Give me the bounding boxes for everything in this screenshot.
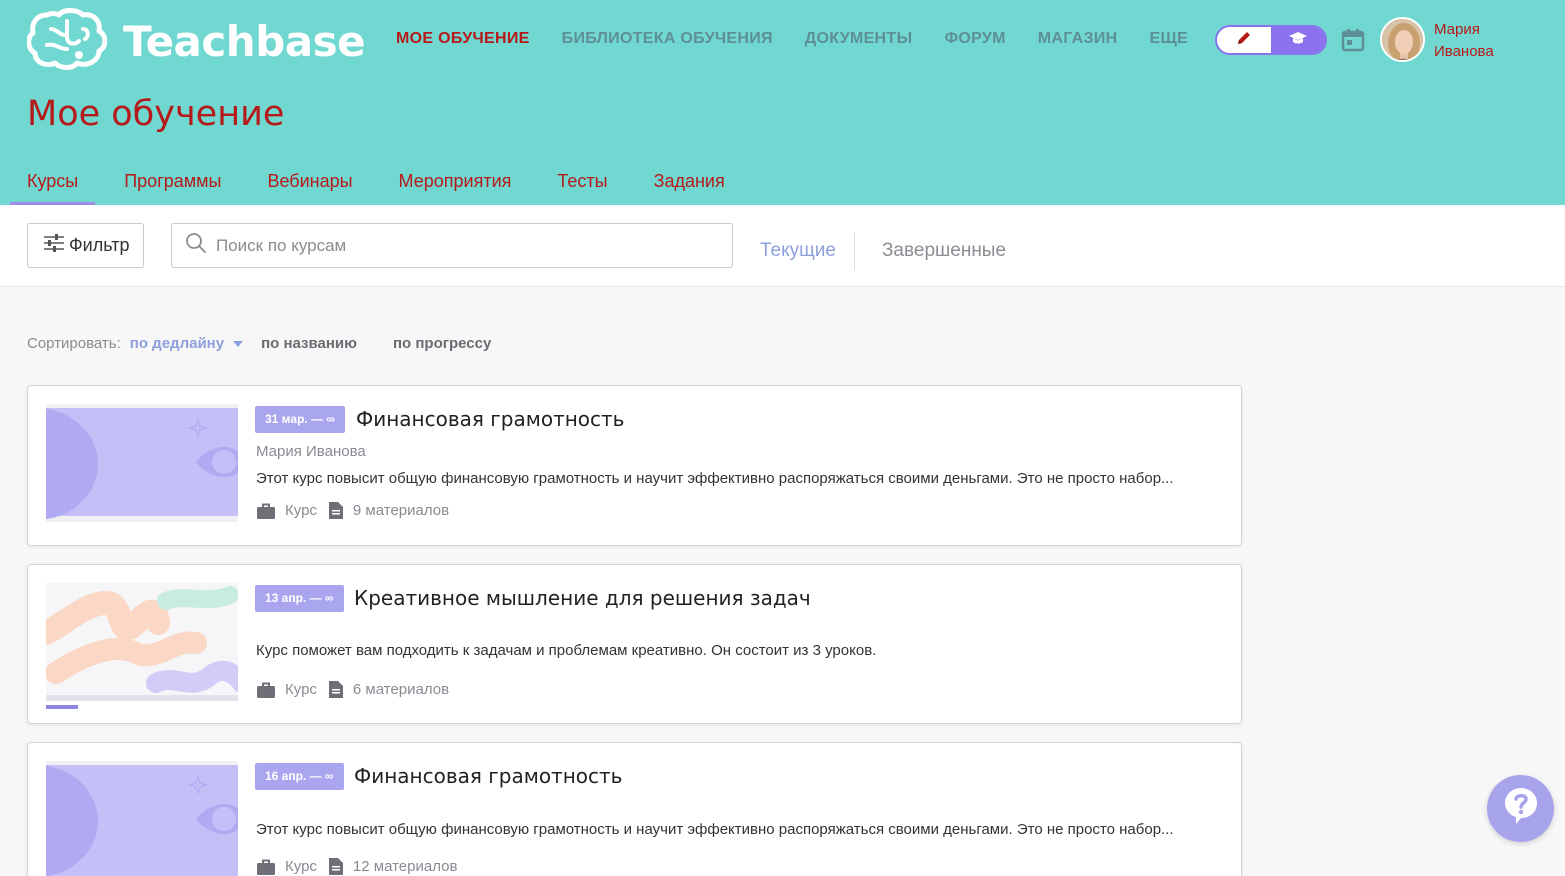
- course-materials-count: 6 материалов: [352, 681, 450, 698]
- user-last-name: Иванова: [1434, 43, 1494, 60]
- course-state-tabs: Текущие Завершенные: [760, 232, 1006, 270]
- topnav-item-more[interactable]: ЕЩЕ: [1149, 30, 1188, 48]
- course-card[interactable]: 13 апр. — ∞ Креативное мышление для реше…: [27, 564, 1242, 724]
- tab-webinars[interactable]: Вебинары: [250, 168, 369, 205]
- course-type: Курс: [285, 681, 317, 698]
- tab-programs[interactable]: Программы: [107, 168, 238, 205]
- document-icon: [328, 681, 343, 698]
- pencil-icon: [1235, 29, 1253, 52]
- section-tabs: Курсы Программы Вебинары Мероприятия Тес…: [10, 168, 754, 205]
- topnav-item-shop[interactable]: МАГАЗИН: [1038, 30, 1118, 48]
- tab-current[interactable]: Текущие: [760, 240, 836, 262]
- caret-down-icon[interactable]: [233, 340, 244, 347]
- avatar[interactable]: [1380, 17, 1425, 62]
- course-author: Мария Иванова: [256, 443, 366, 460]
- topnav-item-my-learning[interactable]: МОЕ ОБУЧЕНИЕ: [396, 30, 530, 48]
- learn-mode-button[interactable]: [1271, 27, 1325, 53]
- brain-logo-icon: [26, 7, 108, 76]
- tab-events[interactable]: Мероприятия: [382, 168, 529, 205]
- topnav-item-library[interactable]: БИБЛИОТЕКА ОБУЧЕНИЯ: [562, 30, 773, 48]
- briefcase-icon: [257, 503, 275, 519]
- state-divider: [853, 232, 855, 270]
- app-header: Teachbase МОЕ ОБУЧЕНИЕ БИБЛИОТЕКА ОБУЧЕН…: [0, 0, 1565, 205]
- course-title[interactable]: Финансовая грамотность: [356, 407, 624, 431]
- sort-label: Сортировать:: [27, 335, 121, 352]
- logo[interactable]: Teachbase: [26, 7, 366, 76]
- course-card[interactable]: 16 апр. — ∞ Финансовая грамотность Этот …: [27, 742, 1242, 876]
- tab-finished[interactable]: Завершенные: [882, 240, 1006, 262]
- course-meta: Курс 12 материалов: [257, 858, 457, 875]
- tab-tests[interactable]: Тесты: [540, 168, 624, 205]
- edit-mode-button[interactable]: [1217, 27, 1271, 53]
- course-meta: Курс 6 материалов: [257, 681, 449, 698]
- logo-text: Teachbase: [123, 17, 366, 66]
- course-thumbnail[interactable]: [46, 583, 238, 701]
- question-bubble-icon: [1504, 787, 1538, 830]
- search-input[interactable]: [216, 235, 696, 256]
- user-first-name: Мария: [1434, 21, 1480, 38]
- topnav-item-forum[interactable]: ФОРУМ: [944, 30, 1005, 48]
- course-type: Курс: [285, 858, 317, 875]
- sort-by-deadline[interactable]: по дедлайну: [130, 335, 224, 352]
- search-box[interactable]: [171, 223, 733, 268]
- course-thumbnail[interactable]: [46, 404, 238, 522]
- graduation-cap-icon: [1288, 30, 1308, 51]
- filter-button[interactable]: Фильтр: [27, 223, 144, 268]
- user-name[interactable]: Мария Иванова: [1434, 19, 1534, 63]
- course-description: Этот курс повысит общую финансовую грамо…: [256, 470, 1174, 487]
- sliders-icon: [43, 233, 65, 258]
- course-progress-bar: [46, 705, 78, 709]
- deadline-badge: 16 апр. — ∞: [255, 763, 344, 790]
- course-description: Этот курс повысит общую финансовую грамо…: [256, 821, 1174, 838]
- course-type: Курс: [285, 502, 317, 519]
- tab-assignments[interactable]: Задания: [637, 168, 742, 205]
- toolbar: Фильтр Текущие Завершенные: [0, 205, 1565, 287]
- course-thumbnail[interactable]: [46, 761, 238, 876]
- calendar-icon[interactable]: [1341, 28, 1365, 57]
- document-icon: [328, 502, 343, 519]
- briefcase-icon: [257, 859, 275, 875]
- search-icon: [185, 232, 207, 259]
- page-title: Мое обучение: [27, 94, 285, 134]
- course-materials-count: 12 материалов: [352, 858, 458, 875]
- course-meta: Курс 9 материалов: [257, 502, 449, 519]
- deadline-badge: 13 апр. — ∞: [255, 585, 344, 612]
- course-title[interactable]: Креативное мышление для решения задач: [354, 586, 811, 610]
- mode-toggle[interactable]: [1215, 25, 1327, 55]
- course-materials-count: 9 материалов: [352, 502, 450, 519]
- deadline-badge: 31 мар. — ∞: [255, 406, 345, 433]
- top-navigation: МОЕ ОБУЧЕНИЕ БИБЛИОТЕКА ОБУЧЕНИЯ ДОКУМЕН…: [396, 30, 1220, 48]
- document-icon: [328, 858, 343, 875]
- topnav-item-documents[interactable]: ДОКУМЕНТЫ: [805, 30, 913, 48]
- filter-label: Фильтр: [69, 235, 130, 255]
- course-description: Курс поможет вам подходить к задачам и п…: [256, 642, 877, 659]
- tab-courses[interactable]: Курсы: [10, 168, 96, 205]
- sort-by-progress[interactable]: по прогрессу: [393, 335, 491, 352]
- course-title[interactable]: Финансовая грамотность: [354, 764, 622, 788]
- sort-bar: Сортировать: по дедлайну по названию по …: [27, 335, 527, 352]
- sort-by-name[interactable]: по названию: [261, 335, 357, 352]
- help-button[interactable]: [1487, 775, 1554, 842]
- briefcase-icon: [257, 682, 275, 698]
- course-card[interactable]: 31 мар. — ∞ Финансовая грамотность Мария…: [27, 385, 1242, 546]
